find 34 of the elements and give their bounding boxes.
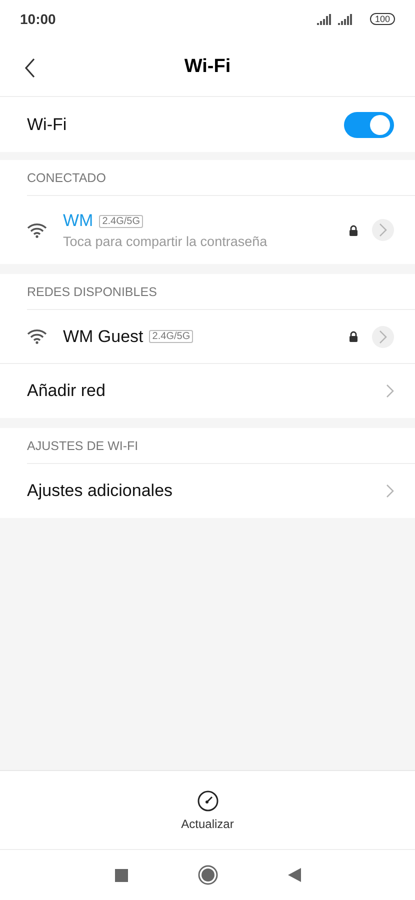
band-tag: 2.4G/5G xyxy=(99,214,144,228)
home-button[interactable] xyxy=(198,865,218,885)
network-hint: Toca para compartir la contraseña xyxy=(63,234,268,249)
gauge-icon xyxy=(196,790,218,812)
back-icon xyxy=(24,58,36,78)
network-name: WM Guest xyxy=(63,326,144,346)
wifi-icon xyxy=(27,222,47,238)
network-row[interactable]: WM 2.4G/5G Toca para compartir la contraseña xyxy=(0,196,415,264)
section-header: CONECTADO xyxy=(27,160,415,196)
network-name: WM xyxy=(63,211,94,231)
wifi-label: Wi-Fi xyxy=(27,114,68,134)
chevron-right-icon xyxy=(379,223,387,237)
square-icon xyxy=(114,868,128,882)
home-icon xyxy=(198,865,218,885)
chevron-right-icon xyxy=(379,330,387,344)
wifi-icon xyxy=(27,329,47,344)
network-row[interactable]: WM Guest 2.4G/5G xyxy=(0,310,415,364)
menu-item[interactable]: Añadir red xyxy=(0,364,415,418)
signal-icon xyxy=(338,14,354,24)
chevron-right-icon xyxy=(386,484,394,498)
back-nav-button[interactable] xyxy=(288,868,300,882)
band-tag: 2.4G/5G xyxy=(149,330,194,343)
status-time: 10:00 xyxy=(20,11,56,27)
battery-indicator: 100 xyxy=(370,13,395,25)
wifi-switch[interactable] xyxy=(344,112,394,138)
menu-item[interactable]: Ajustes adicionales xyxy=(0,464,415,518)
recents-button[interactable] xyxy=(114,868,128,882)
signal-icon xyxy=(316,14,333,24)
refresh-button[interactable]: Actualizar xyxy=(177,786,238,834)
triangle-left-icon xyxy=(288,868,300,882)
chevron-right-icon xyxy=(386,384,394,398)
page-title: Wi-Fi xyxy=(184,56,231,78)
section-header: REDES DISPONIBLES xyxy=(27,274,415,310)
section-header: AJUSTES DE WI-FI xyxy=(27,428,415,464)
